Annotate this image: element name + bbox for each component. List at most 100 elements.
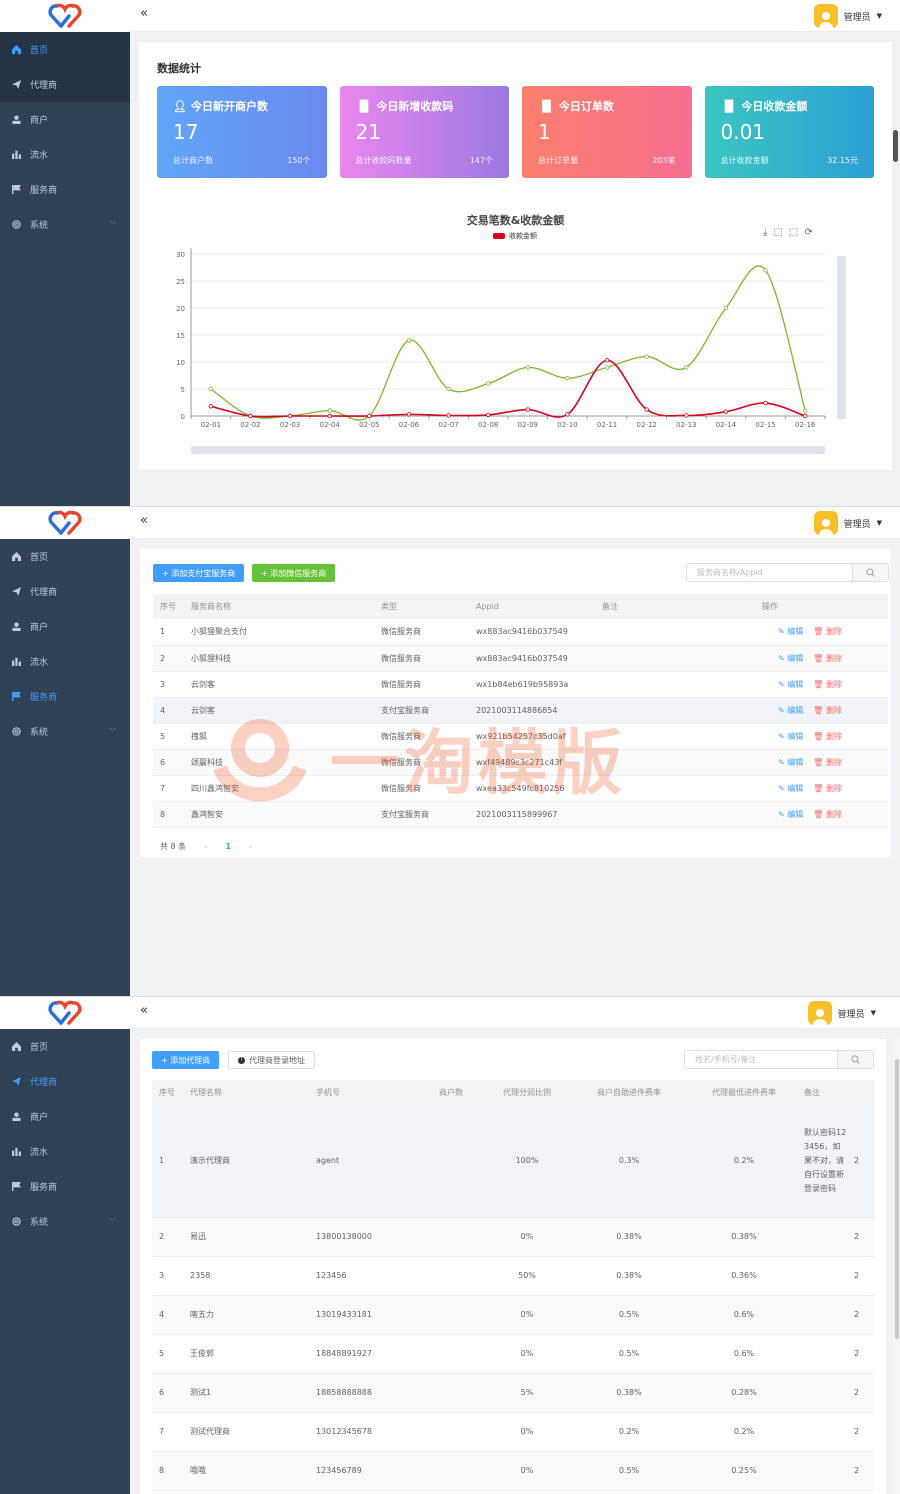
sidebar-item-providers[interactable]: 服务商 xyxy=(0,172,130,207)
sidebar-item-system[interactable]: 系统 ﹀ xyxy=(0,714,130,749)
bar-chart-icon: ▐▌ xyxy=(538,99,555,113)
sidebar-item-flow[interactable]: 流水 xyxy=(0,137,130,172)
sidebar-item-system[interactable]: 系统 ﹀ xyxy=(0,1204,130,1239)
user-menu[interactable]: 管理员 ▼ xyxy=(813,511,882,535)
cell-phone: 123456789 xyxy=(316,1451,416,1491)
sidebar-item-label: 服务商 xyxy=(30,1183,58,1193)
sidebar-item-agents[interactable]: 代理商 xyxy=(0,574,130,609)
agent-login-url-button[interactable]: ! 代理商登录地址 xyxy=(228,1051,315,1069)
edit-button[interactable]: ✎ 编辑 xyxy=(778,680,803,689)
edit-button[interactable]: ✎ 编辑 xyxy=(778,758,803,767)
bar-chart-icon: ▐▌ xyxy=(720,99,738,113)
collapse-sidebar-button[interactable]: « xyxy=(140,6,148,21)
card-foot-label: 总计收款码数量 xyxy=(355,156,412,165)
trash-icon: 🗑︎ xyxy=(813,783,826,793)
trash-icon: 🗑︎ xyxy=(813,679,826,689)
sidebar-item-merchants[interactable]: 商户 xyxy=(0,102,130,137)
sidebar-item-providers[interactable]: 服务商 xyxy=(0,679,130,714)
chart-legend[interactable]: 收款金额 xyxy=(493,231,537,241)
gear-icon xyxy=(10,1217,22,1226)
user-menu[interactable]: 管理员 ▼ xyxy=(807,1001,876,1025)
sidebar-item-providers[interactable]: 服务商 xyxy=(0,1169,130,1204)
edit-label: 编辑 xyxy=(787,705,804,715)
edit-button[interactable]: ✎ 编辑 xyxy=(778,784,803,793)
x-tick-label: 02-15 xyxy=(755,421,775,429)
delete-button[interactable]: 🗑︎ 删除 xyxy=(813,784,842,793)
cell-share-ratio: 0% xyxy=(486,1217,568,1257)
page-number[interactable]: 1 xyxy=(225,842,231,851)
page-scrollbar[interactable] xyxy=(894,1039,900,1494)
sidebar-item-merchants[interactable]: 商户 xyxy=(0,1099,130,1134)
edit-button[interactable]: ✎ 编辑 xyxy=(778,627,803,636)
table-header: 序号 代理名称 手机号 商户数 代理分润比例 商户自助进件费率 代理最低进件费率… xyxy=(152,1080,874,1105)
delete-button[interactable]: 🗑︎ 删除 xyxy=(813,810,842,819)
card-foot-label: 总计订单量 xyxy=(538,156,578,165)
add-agent-button[interactable]: + 添加代理商 xyxy=(152,1051,220,1069)
home-icon xyxy=(10,45,22,54)
delete-button[interactable]: 🗑︎ 删除 xyxy=(813,706,842,715)
sidebar-item-agents[interactable]: 代理商 xyxy=(0,1064,130,1099)
delete-button[interactable]: 🗑︎ 删除 xyxy=(813,654,842,663)
cell-min-rate: 0.2% xyxy=(690,1105,798,1218)
sidebar-item-home[interactable]: 首页 xyxy=(0,539,130,574)
provider-search-input[interactable] xyxy=(687,564,852,581)
edit-label: 编辑 xyxy=(787,731,804,741)
sidebar-item-flow[interactable]: 流水 xyxy=(0,644,130,679)
download-icon[interactable]: ⤓ xyxy=(763,227,767,238)
collapse-sidebar-button[interactable]: « xyxy=(140,513,148,528)
data-point xyxy=(604,358,610,363)
scrollbar-thumb[interactable] xyxy=(895,1059,899,1339)
sidebar-item-merchants[interactable]: 商户 xyxy=(0,609,130,644)
user-menu[interactable]: 管理员 ▼ xyxy=(813,4,882,28)
delete-button[interactable]: 🗑︎ 删除 xyxy=(813,732,842,741)
data-point xyxy=(287,413,293,419)
delete-button[interactable]: 🗑︎ 删除 xyxy=(813,627,842,636)
cell-index: 2 xyxy=(152,1217,190,1257)
edit-button[interactable]: ✎ 编辑 xyxy=(778,732,803,741)
cell-cut-column: 2 xyxy=(852,1295,874,1335)
edit-button[interactable]: ✎ 编辑 xyxy=(778,810,803,819)
sidebar-item-system[interactable]: 系统 ﹀ xyxy=(0,207,130,242)
card-foot-value: 203笔 xyxy=(652,156,676,165)
page-scrollbar[interactable] xyxy=(893,130,898,162)
add-alipay-provider-button[interactable]: + 添加支付宝服务商 xyxy=(153,564,245,582)
zoom-select-icon[interactable]: ⬚ xyxy=(773,227,782,238)
card-title: 今日新开商户数 xyxy=(190,100,268,113)
x-zoom-slider xyxy=(191,446,825,454)
cell-merchant-count xyxy=(416,1295,486,1335)
sidebar-item-agents[interactable]: 代理商 xyxy=(0,67,130,102)
search-button[interactable] xyxy=(837,1051,873,1068)
prev-page-button[interactable]: ‹ xyxy=(204,842,207,851)
sidebar-item-home[interactable]: 首页 xyxy=(0,32,130,67)
data-point xyxy=(525,365,531,370)
next-page-button[interactable]: › xyxy=(249,842,252,851)
search-button[interactable] xyxy=(852,564,888,581)
zoom-reset-icon[interactable]: ⬚ xyxy=(789,227,798,238)
agent-search-input[interactable] xyxy=(685,1051,837,1068)
cell-type: 微信服务商 xyxy=(381,749,476,776)
cell-note xyxy=(602,801,762,828)
cell-note xyxy=(602,775,762,802)
add-wechat-provider-button[interactable]: + 添加微信服务商 xyxy=(252,564,336,582)
cell-note xyxy=(602,749,762,776)
sidebar-item-label: 服务商 xyxy=(30,693,58,703)
table-row: 2 易迅 13800138000 0% 0.38% 0.38% 2 xyxy=(152,1217,874,1257)
cell-min-rate: 0.38% xyxy=(690,1217,798,1257)
cell-type: 微信服务商 xyxy=(381,619,476,646)
bar-chart-icon: ▐▌ xyxy=(355,99,373,113)
edit-button[interactable]: ✎ 编辑 xyxy=(778,706,803,715)
x-tick-label: 02-13 xyxy=(676,421,696,429)
x-tick-label: 02-05 xyxy=(359,421,379,429)
delete-label: 删除 xyxy=(825,705,842,715)
sidebar-item-flow[interactable]: 流水 xyxy=(0,1134,130,1169)
cell-agent-name: 喀五力 xyxy=(190,1295,316,1335)
stat-card-amount: ▐▌ 今日收款金额 0.01 总计收款金额 32.15元 xyxy=(704,86,874,178)
delete-button[interactable]: 🗑︎ 删除 xyxy=(813,758,842,767)
sidebar-item-home[interactable]: 首页 xyxy=(0,1029,130,1064)
collapse-sidebar-button[interactable]: « xyxy=(140,1003,148,1018)
restore-icon[interactable]: ⟳ xyxy=(804,227,812,238)
cell-appid: wx883ac9416b037549 xyxy=(476,619,602,646)
delete-button[interactable]: 🗑︎ 删除 xyxy=(813,680,842,689)
edit-button[interactable]: ✎ 编辑 xyxy=(778,654,803,663)
table-row: 5 拽狐 微信服务商 wx921b54257c35d0af ✎ 编辑 🗑︎ 删除 xyxy=(153,723,888,750)
